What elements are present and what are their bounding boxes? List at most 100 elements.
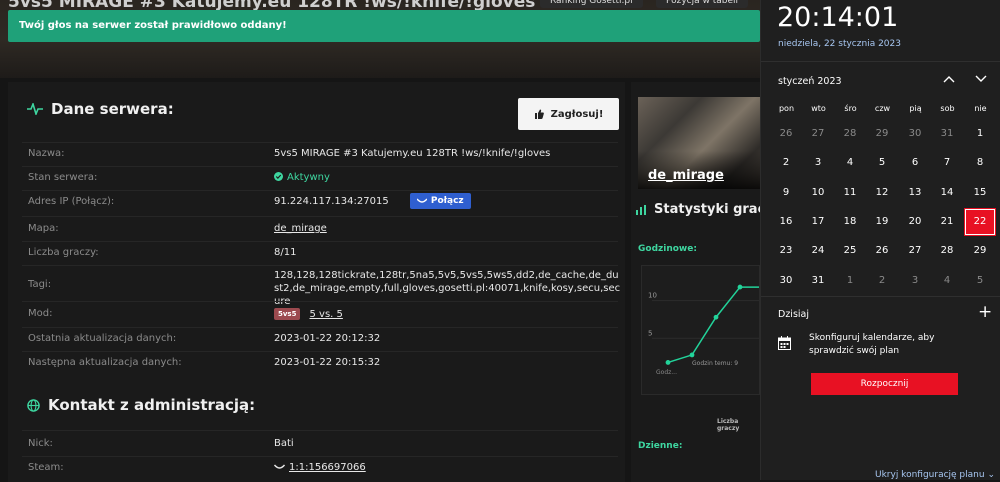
calendar-day[interactable]: 6 <box>900 150 930 176</box>
tab-ranking[interactable]: Ranking Gosetti.pl <box>540 0 643 8</box>
hide-agenda-link[interactable]: Ukryj konfigurację planu ⌄ <box>875 470 995 480</box>
steam-link[interactable]: 1:1:156697066 <box>289 462 366 473</box>
globe-icon <box>27 398 40 412</box>
tab-position[interactable]: Pozycja w tabeli <box>656 0 749 8</box>
chevron-up-icon[interactable] <box>943 73 955 86</box>
calendar-day[interactable]: 13 <box>900 180 930 206</box>
weekday-wto: wto <box>811 104 826 113</box>
calendar-day[interactable]: 31 <box>932 121 962 147</box>
name-label: Nazwa: <box>28 148 65 159</box>
calendar-day[interactable]: 10 <box>803 180 833 206</box>
calendar-day[interactable]: 2 <box>867 268 897 294</box>
calendar-day[interactable]: 20 <box>900 209 930 235</box>
calendar-day[interactable]: 17 <box>803 209 833 235</box>
calendar-day[interactable]: 19 <box>867 209 897 235</box>
steam-icon <box>273 464 286 469</box>
calendar-day[interactable]: 18 <box>835 209 865 235</box>
calendar-day[interactable]: 1 <box>835 268 865 294</box>
calendar-day[interactable]: 30 <box>771 268 801 294</box>
calendar-day[interactable]: 22 <box>964 207 996 236</box>
calendar-day[interactable]: 23 <box>771 238 801 264</box>
start-button[interactable]: Rozpocznij <box>811 373 958 395</box>
calendar-day[interactable]: 29 <box>867 121 897 147</box>
chevron-down-icon: ⌄ <box>987 470 995 480</box>
check-circle-icon <box>274 172 283 181</box>
calendar-day[interactable]: 28 <box>932 238 962 264</box>
calendar-day[interactable]: 24 <box>803 238 833 264</box>
divider <box>22 190 618 191</box>
calendar-day[interactable]: 21 <box>932 209 962 235</box>
nick-label: Nick: <box>28 438 53 449</box>
calendar-day[interactable]: 26 <box>771 121 801 147</box>
calendar-day[interactable]: 25 <box>835 238 865 264</box>
ip-address[interactable]: 91.224.117.134:27015 <box>274 196 389 207</box>
connect-button[interactable]: Połącz <box>409 193 471 209</box>
calendar-day[interactable]: 2 <box>771 150 801 176</box>
x-tick-label: Godz... <box>656 369 677 376</box>
chevron-down-icon[interactable] <box>975 73 987 86</box>
divider <box>761 296 1000 297</box>
tags-value: 128,128,128tickrate,128tr,5na5,5v5,5vs5,… <box>274 270 621 307</box>
calendar-day[interactable]: 5 <box>965 268 995 294</box>
add-event-icon[interactable]: + <box>978 302 992 322</box>
data-point[interactable] <box>737 284 743 290</box>
calendar-day[interactable]: 15 <box>965 180 995 206</box>
calendar-day[interactable]: 4 <box>835 150 865 176</box>
calendar-day[interactable]: 3 <box>900 268 930 294</box>
last-update-value: 2023-01-22 20:12:32 <box>274 333 381 344</box>
next-update-label: Następna aktualizacja danych: <box>28 357 182 368</box>
mod-link[interactable]: 5 vs. 5 <box>309 309 342 320</box>
players-count: 8/11 <box>274 247 297 258</box>
weekday-pon: pon <box>778 104 795 113</box>
calendar-day[interactable]: 12 <box>867 180 897 206</box>
calendar-day[interactable]: 7 <box>932 150 962 176</box>
divider <box>22 327 618 328</box>
weekday-śro: śro <box>844 104 857 113</box>
series-line <box>667 286 764 364</box>
data-point[interactable] <box>665 360 671 365</box>
today-label: Dzisiaj <box>778 309 809 320</box>
calendar-day[interactable]: 27 <box>803 121 833 147</box>
calendar-day[interactable]: 8 <box>965 150 995 176</box>
calendar-day[interactable]: 5 <box>867 150 897 176</box>
calendar-day[interactable]: 11 <box>835 180 865 206</box>
steam-icon <box>416 198 427 203</box>
calendar-day[interactable]: 28 <box>835 121 865 147</box>
map-link[interactable]: de_mirage <box>274 223 327 234</box>
divider <box>22 301 618 302</box>
calendar-day[interactable]: 3 <box>803 150 833 176</box>
divider <box>22 166 618 167</box>
pulse-icon <box>27 103 43 115</box>
map-image-title[interactable]: de_mirage <box>648 168 724 183</box>
server-title: Dane serwera: <box>51 100 174 118</box>
data-point[interactable] <box>689 352 695 358</box>
weekday-sob: sob <box>940 104 955 113</box>
calendar-day[interactable]: 29 <box>965 238 995 264</box>
steam-value: 1:1:156697066 <box>273 462 366 473</box>
calendar-day[interactable]: 4 <box>932 268 962 294</box>
calendar-day[interactable]: 9 <box>771 180 801 206</box>
status-value: Aktywny <box>274 172 330 183</box>
calendar-day[interactable]: 14 <box>932 180 962 206</box>
thumbs-up-icon <box>534 109 544 119</box>
calendar-day[interactable]: 31 <box>803 268 833 294</box>
map-image[interactable]: de_mirage <box>638 97 760 189</box>
contact-section-title: Kontakt z administracją: <box>27 396 255 414</box>
mod-value: 5vs5 5 vs. 5 <box>274 308 343 320</box>
y-tick-label: 5 <box>648 329 652 337</box>
weekday-czw: czw <box>874 104 891 113</box>
calendar-day[interactable]: 26 <box>867 238 897 264</box>
weekday-pią: pią <box>909 104 922 113</box>
data-point[interactable] <box>713 314 719 320</box>
clock-date[interactable]: niedziela, 22 stycznia 2023 <box>778 39 901 49</box>
steam-label: Steam: <box>28 462 64 473</box>
server-section-title: Dane serwera: <box>27 100 174 118</box>
calendar-month[interactable]: styczeń 2023 <box>778 76 842 87</box>
calendar-day[interactable]: 1 <box>965 121 995 147</box>
calendar-day[interactable]: 16 <box>771 209 801 235</box>
calendar-day[interactable]: 30 <box>900 121 930 147</box>
vote-button[interactable]: Zagłosuj! <box>518 98 619 130</box>
daily-label: Dzienne: <box>638 441 683 451</box>
clock-time: 20:14:01 <box>777 2 899 33</box>
calendar-day[interactable]: 27 <box>900 238 930 264</box>
